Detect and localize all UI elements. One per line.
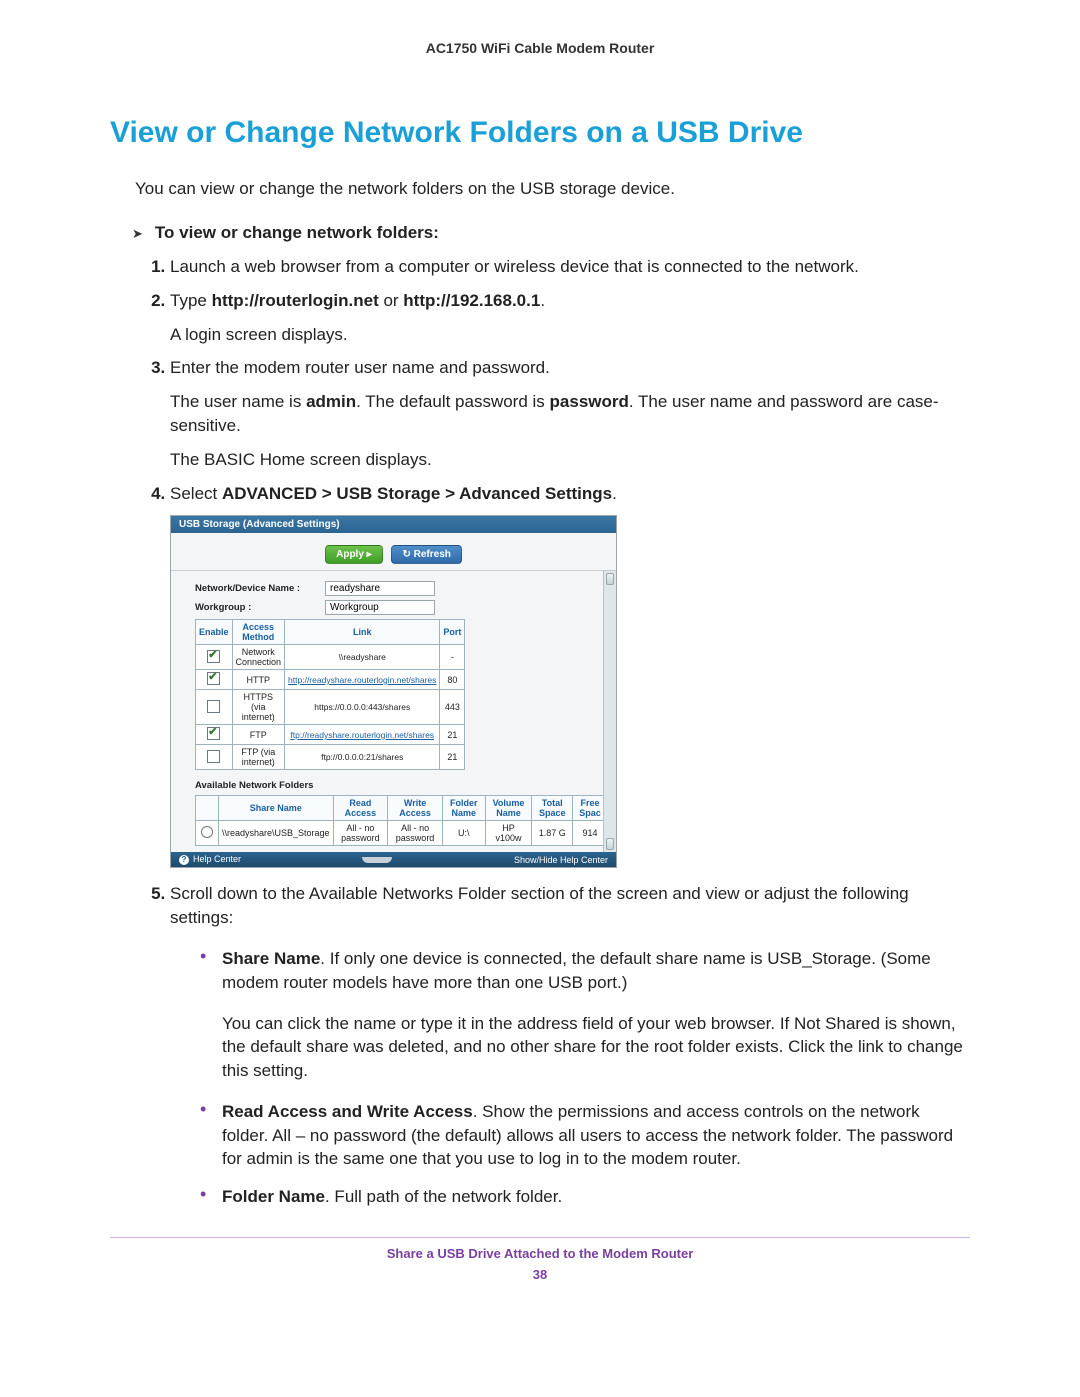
step-2-result: A login screen displays.: [170, 323, 970, 347]
volume-cell: HP v100w: [485, 821, 532, 846]
port-cell: 21: [440, 745, 465, 770]
method-cell: Network Connection: [232, 645, 285, 670]
footer-chapter: Share a USB Drive Attached to the Modem …: [110, 1246, 970, 1261]
footer-page-number: 38: [110, 1267, 970, 1282]
access-method-table: Enable Access Method Link Port Network C…: [195, 619, 465, 770]
enable-checkbox[interactable]: [207, 672, 220, 685]
col-link: Link: [285, 620, 440, 645]
workgroup-row: Workgroup :: [195, 600, 608, 615]
running-head: AC1750 WiFi Cable Modem Router: [110, 40, 970, 56]
access-row: Network Connection\\readyshare-: [196, 645, 465, 670]
procedure-heading: ➤ To view or change network folders:: [110, 223, 970, 243]
read-cell: All - no password: [333, 821, 388, 846]
refresh-button[interactable]: ↻ Refresh: [391, 545, 461, 564]
enable-checkbox[interactable]: [207, 700, 220, 713]
folder-cell: U:\: [442, 821, 485, 846]
folder-row[interactable]: \\readyshare\USB_Storage All - no passwo…: [196, 821, 608, 846]
ui-button-bar: Apply ▸ ↻ Refresh: [171, 533, 616, 571]
port-cell: -: [440, 645, 465, 670]
write-cell: All - no password: [388, 821, 443, 846]
help-center-link[interactable]: Help Center: [179, 854, 241, 865]
access-row: HTTPhttp://readyshare.routerlogin.net/sh…: [196, 670, 465, 690]
link-cell: \\readyshare: [285, 645, 440, 670]
link-cell: https://0.0.0.0:443/shares: [285, 690, 440, 725]
step-3-text: Enter the modem router user name and pas…: [170, 356, 970, 380]
port-cell: 21: [440, 725, 465, 745]
access-row: FTPftp://readyshare.routerlogin.net/shar…: [196, 725, 465, 745]
step-3-result: The BASIC Home screen displays.: [170, 448, 970, 472]
bullet-folder-name: Folder Name. Full path of the network fo…: [200, 1185, 970, 1209]
page-title: View or Change Network Folders on a USB …: [110, 116, 970, 150]
col-volume: Volume Name: [485, 796, 532, 821]
intro-text: You can view or change the network folde…: [135, 178, 970, 201]
col-method: Access Method: [232, 620, 285, 645]
enable-checkbox[interactable]: [207, 727, 220, 740]
access-row: HTTPS (via internet)https://0.0.0.0:443/…: [196, 690, 465, 725]
total-cell: 1.87 G: [532, 821, 573, 846]
device-name-input[interactable]: [325, 581, 435, 596]
method-cell: HTTP: [232, 670, 285, 690]
enable-checkbox[interactable]: [207, 650, 220, 663]
show-hide-help-link[interactable]: Show/Hide Help Center: [514, 855, 608, 865]
workgroup-input[interactable]: [325, 600, 435, 615]
step-1-text: Launch a web browser from a computer or …: [170, 255, 970, 279]
share-cell: \\readyshare\USB_Storage: [219, 821, 334, 846]
bullet-share-name-extra: You can click the name or type it in the…: [222, 1012, 970, 1083]
col-folder: Folder Name: [442, 796, 485, 821]
ui-footer: Help Center Show/Hide Help Center: [171, 852, 616, 867]
step-4: Select ADVANCED > USB Storage > Advanced…: [170, 482, 970, 506]
folder-radio[interactable]: [201, 826, 213, 838]
bullet-access: Read Access and Write Access. Show the p…: [200, 1100, 970, 1171]
col-port: Port: [440, 620, 465, 645]
col-share: Share Name: [219, 796, 334, 821]
step-3-credentials: The user name is admin. The default pass…: [170, 390, 970, 438]
step-4-text: Select ADVANCED > USB Storage > Advanced…: [170, 482, 970, 506]
apply-button[interactable]: Apply ▸: [325, 545, 383, 564]
method-cell: HTTPS (via internet): [232, 690, 285, 725]
resize-grip-icon: [362, 857, 392, 863]
chevron-right-icon: ➤: [132, 226, 143, 242]
step-5: Scroll down to the Available Networks Fo…: [170, 882, 970, 1209]
step-5-text: Scroll down to the Available Networks Fo…: [170, 882, 970, 930]
port-cell: 443: [440, 690, 465, 725]
step-2-text: Type http://routerlogin.net or http://19…: [170, 289, 970, 313]
step-2: Type http://routerlogin.net or http://19…: [170, 289, 970, 347]
link-cell: ftp://0.0.0.0:21/shares: [285, 745, 440, 770]
available-folders-heading: Available Network Folders: [195, 780, 608, 791]
usb-settings-screenshot: USB Storage (Advanced Settings) Apply ▸ …: [170, 515, 617, 868]
access-row: FTP (via internet)ftp://0.0.0.0:21/share…: [196, 745, 465, 770]
col-enable: Enable: [196, 620, 233, 645]
device-name-row: Network/Device Name :: [195, 581, 608, 596]
link-cell[interactable]: ftp://readyshare.routerlogin.net/shares: [285, 725, 440, 745]
port-cell: 80: [440, 670, 465, 690]
method-cell: FTP (via internet): [232, 745, 285, 770]
ui-window-title: USB Storage (Advanced Settings): [171, 516, 616, 533]
col-total: Total Space: [532, 796, 573, 821]
device-name-label: Network/Device Name :: [195, 583, 325, 594]
enable-checkbox[interactable]: [207, 750, 220, 763]
step-1: Launch a web browser from a computer or …: [170, 255, 970, 279]
folders-table: Share Name Read Access Write Access Fold…: [195, 795, 608, 846]
link-cell[interactable]: http://readyshare.routerlogin.net/shares: [285, 670, 440, 690]
col-write: Write Access: [388, 796, 443, 821]
bullet-share-name: Share Name. If only one device is connec…: [200, 947, 970, 1083]
footer-rule: [110, 1237, 970, 1238]
workgroup-label: Workgroup :: [195, 602, 325, 613]
procedure-label: To view or change network folders:: [155, 223, 439, 243]
step-3: Enter the modem router user name and pas…: [170, 356, 970, 471]
method-cell: FTP: [232, 725, 285, 745]
col-read: Read Access: [333, 796, 388, 821]
scrollbar[interactable]: [603, 571, 616, 852]
